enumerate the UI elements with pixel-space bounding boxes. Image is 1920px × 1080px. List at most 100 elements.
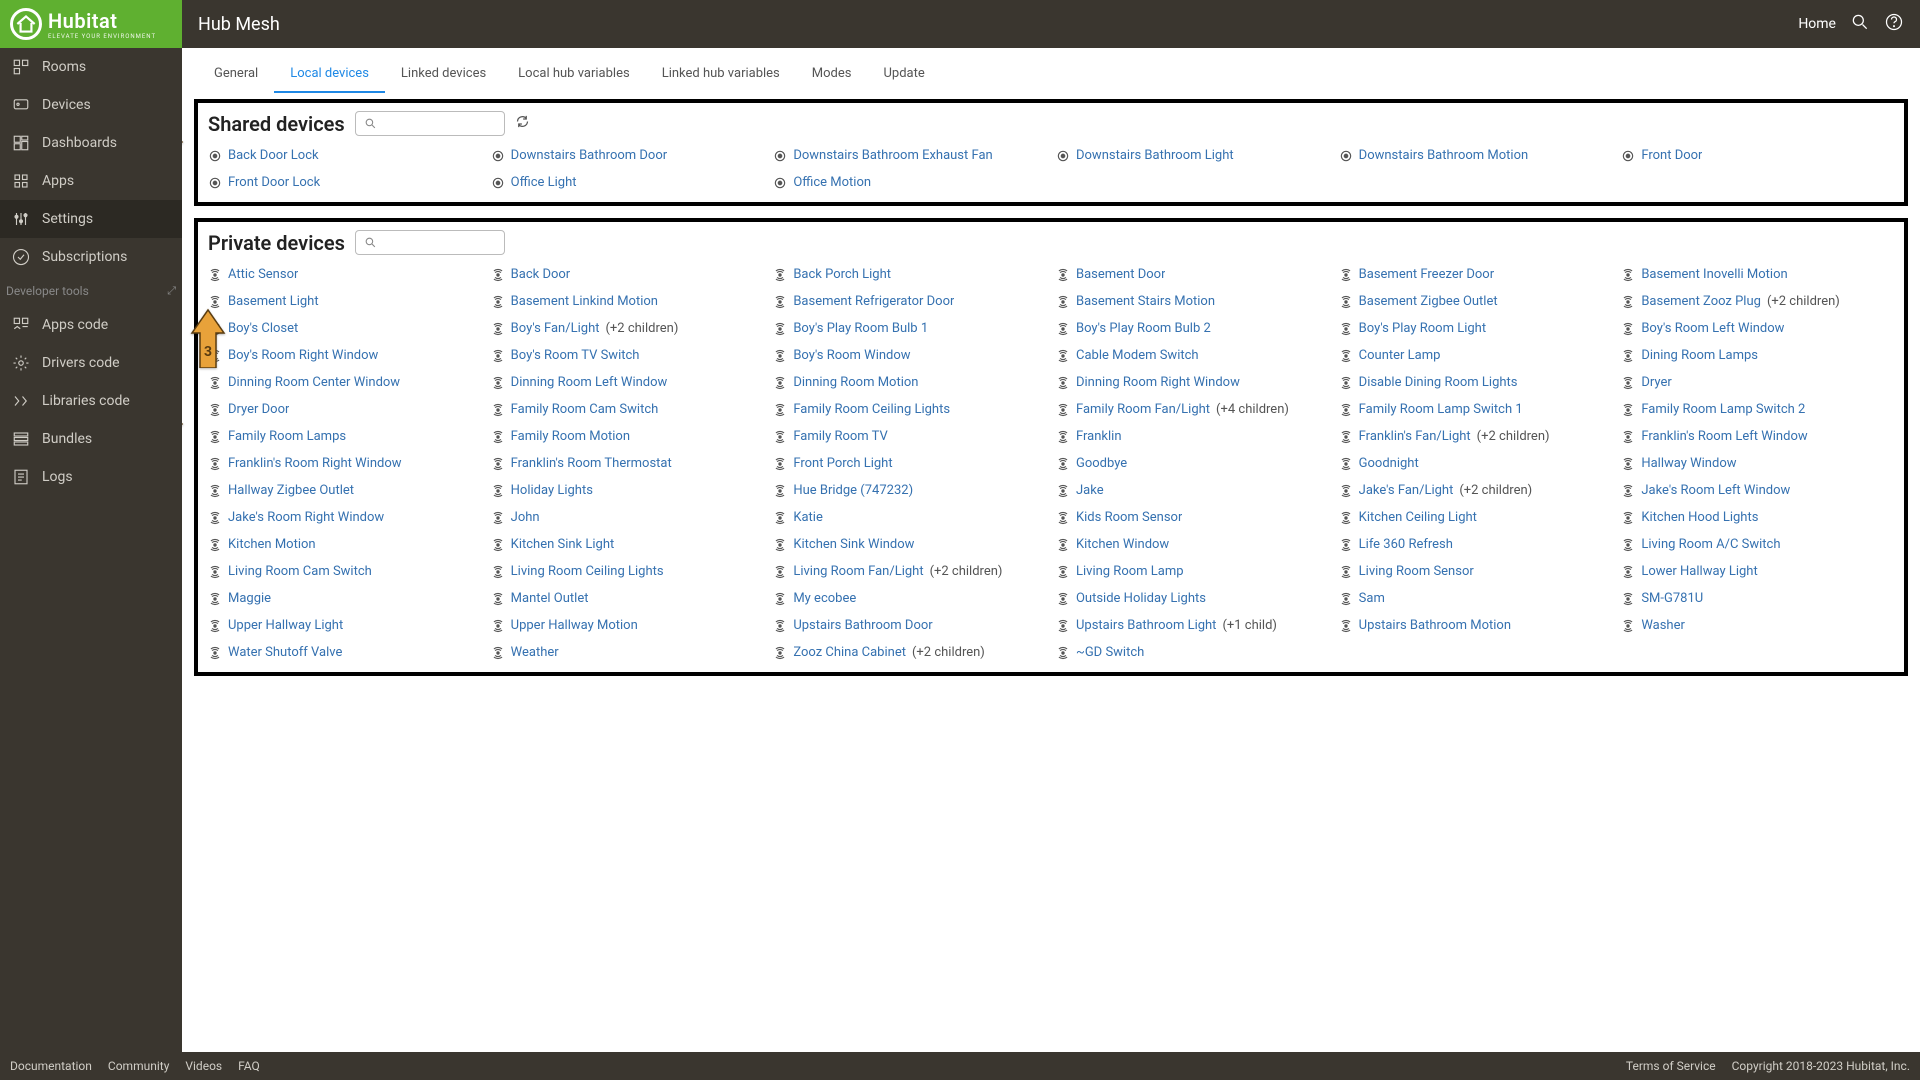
broadcast-icon[interactable] bbox=[491, 376, 505, 390]
tab-linked-hub-vars[interactable]: Linked hub variables bbox=[646, 56, 796, 93]
footer-link[interactable]: Documentation bbox=[10, 1059, 92, 1073]
device-link[interactable]: Back Door Lock bbox=[228, 148, 319, 163]
device-link[interactable]: Dinning Room Left Window bbox=[511, 375, 668, 390]
broadcast-icon[interactable] bbox=[1339, 349, 1353, 363]
device-link[interactable]: Downstairs Bathroom Exhaust Fan bbox=[793, 148, 992, 163]
device-link[interactable]: Living Room A/C Switch bbox=[1641, 537, 1780, 552]
broadcast-icon[interactable] bbox=[773, 430, 787, 444]
broadcast-icon[interactable] bbox=[1621, 538, 1635, 552]
device-link[interactable]: Hallway Window bbox=[1641, 456, 1736, 471]
device-link[interactable]: Dryer bbox=[1641, 375, 1671, 390]
shared-icon[interactable] bbox=[491, 149, 505, 163]
device-link[interactable]: John bbox=[511, 510, 540, 525]
broadcast-icon[interactable] bbox=[773, 295, 787, 309]
sidebar-item-apps[interactable]: Apps bbox=[0, 162, 182, 200]
sidebar-item-dashboards[interactable]: Dashboards bbox=[0, 124, 182, 162]
broadcast-icon[interactable] bbox=[1621, 322, 1635, 336]
broadcast-icon[interactable] bbox=[1339, 592, 1353, 606]
device-link[interactable]: Dryer Door bbox=[228, 402, 289, 417]
broadcast-icon[interactable] bbox=[1339, 484, 1353, 498]
device-link[interactable]: Front Door bbox=[1641, 148, 1702, 163]
device-link[interactable]: Upstairs Bathroom Door bbox=[793, 618, 932, 633]
broadcast-icon[interactable] bbox=[1621, 592, 1635, 606]
device-link[interactable]: Family Room TV bbox=[793, 429, 888, 444]
device-link[interactable]: Boy's Play Room Bulb 2 bbox=[1076, 321, 1211, 336]
broadcast-icon[interactable] bbox=[1621, 484, 1635, 498]
broadcast-icon[interactable] bbox=[1056, 268, 1070, 282]
broadcast-icon[interactable] bbox=[1056, 646, 1070, 660]
broadcast-icon[interactable] bbox=[773, 592, 787, 606]
collapse-icon[interactable]: ⤢ bbox=[167, 284, 176, 298]
device-link[interactable]: Outside Holiday Lights bbox=[1076, 591, 1206, 606]
sidebar-item-logs[interactable]: Logs bbox=[0, 458, 182, 496]
sidebar-item-rooms[interactable]: Rooms bbox=[0, 48, 182, 86]
broadcast-icon[interactable] bbox=[1056, 511, 1070, 525]
broadcast-icon[interactable] bbox=[1339, 430, 1353, 444]
device-link[interactable]: Family Room Lamp Switch 1 bbox=[1359, 402, 1523, 417]
device-link[interactable]: Counter Lamp bbox=[1359, 348, 1441, 363]
broadcast-icon[interactable] bbox=[1339, 403, 1353, 417]
broadcast-icon[interactable] bbox=[773, 484, 787, 498]
broadcast-icon[interactable] bbox=[208, 457, 222, 471]
device-link[interactable]: Dinning Room Right Window bbox=[1076, 375, 1240, 390]
broadcast-icon[interactable] bbox=[773, 376, 787, 390]
broadcast-icon[interactable] bbox=[1056, 322, 1070, 336]
shared-icon[interactable] bbox=[1339, 149, 1353, 163]
device-link[interactable]: Attic Sensor bbox=[228, 267, 298, 282]
broadcast-icon[interactable] bbox=[491, 646, 505, 660]
broadcast-icon[interactable] bbox=[1621, 403, 1635, 417]
shared-icon[interactable] bbox=[1621, 149, 1635, 163]
device-link[interactable]: Water Shutoff Valve bbox=[228, 645, 342, 660]
device-link[interactable]: Boy's Room Window bbox=[793, 348, 910, 363]
broadcast-icon[interactable] bbox=[773, 619, 787, 633]
footer-link[interactable]: Community bbox=[108, 1059, 169, 1073]
broadcast-icon[interactable] bbox=[491, 457, 505, 471]
broadcast-icon[interactable] bbox=[1621, 349, 1635, 363]
broadcast-icon[interactable] bbox=[491, 484, 505, 498]
broadcast-icon[interactable] bbox=[1339, 322, 1353, 336]
device-link[interactable]: Dinning Room Motion bbox=[793, 375, 918, 390]
broadcast-icon[interactable] bbox=[208, 592, 222, 606]
device-link[interactable]: Lower Hallway Light bbox=[1641, 564, 1757, 579]
broadcast-icon[interactable] bbox=[208, 322, 222, 336]
broadcast-icon[interactable] bbox=[773, 322, 787, 336]
broadcast-icon[interactable] bbox=[208, 403, 222, 417]
broadcast-icon[interactable] bbox=[773, 646, 787, 660]
device-link[interactable]: Downstairs Bathroom Light bbox=[1076, 148, 1234, 163]
broadcast-icon[interactable] bbox=[491, 511, 505, 525]
broadcast-icon[interactable] bbox=[1621, 295, 1635, 309]
broadcast-icon[interactable] bbox=[1621, 268, 1635, 282]
device-link[interactable]: Jake's Room Left Window bbox=[1641, 483, 1790, 498]
sidebar-item-apps-code[interactable]: Apps code bbox=[0, 306, 182, 344]
broadcast-icon[interactable] bbox=[1339, 295, 1353, 309]
device-link[interactable]: Basement Light bbox=[228, 294, 319, 309]
device-link[interactable]: Hallway Zigbee Outlet bbox=[228, 483, 354, 498]
shared-icon[interactable] bbox=[208, 149, 222, 163]
broadcast-icon[interactable] bbox=[1056, 295, 1070, 309]
device-link[interactable]: Front Porch Light bbox=[793, 456, 892, 471]
device-link[interactable]: Front Door Lock bbox=[228, 175, 320, 190]
broadcast-icon[interactable] bbox=[1056, 403, 1070, 417]
broadcast-icon[interactable] bbox=[208, 349, 222, 363]
device-link[interactable]: Kids Room Sensor bbox=[1076, 510, 1182, 525]
broadcast-icon[interactable] bbox=[1339, 376, 1353, 390]
device-link[interactable]: Katie bbox=[793, 510, 823, 525]
device-link[interactable]: Hue Bridge (747232) bbox=[793, 483, 913, 498]
broadcast-icon[interactable] bbox=[1056, 565, 1070, 579]
device-link[interactable]: Weather bbox=[511, 645, 559, 660]
device-link[interactable]: Office Light bbox=[511, 175, 577, 190]
broadcast-icon[interactable] bbox=[1621, 565, 1635, 579]
broadcast-icon[interactable] bbox=[1621, 376, 1635, 390]
device-link[interactable]: Washer bbox=[1641, 618, 1685, 633]
shared-icon[interactable] bbox=[208, 176, 222, 190]
broadcast-icon[interactable] bbox=[1056, 457, 1070, 471]
device-link[interactable]: Jake bbox=[1076, 483, 1104, 498]
tab-update[interactable]: Update bbox=[867, 56, 940, 93]
device-link[interactable]: Basement Zooz Plug bbox=[1641, 294, 1761, 309]
broadcast-icon[interactable] bbox=[773, 565, 787, 579]
broadcast-icon[interactable] bbox=[1339, 538, 1353, 552]
broadcast-icon[interactable] bbox=[1056, 484, 1070, 498]
sidebar-item-bundles[interactable]: Bundles bbox=[0, 420, 182, 458]
device-link[interactable]: Downstairs Bathroom Motion bbox=[1359, 148, 1529, 163]
broadcast-icon[interactable] bbox=[491, 349, 505, 363]
